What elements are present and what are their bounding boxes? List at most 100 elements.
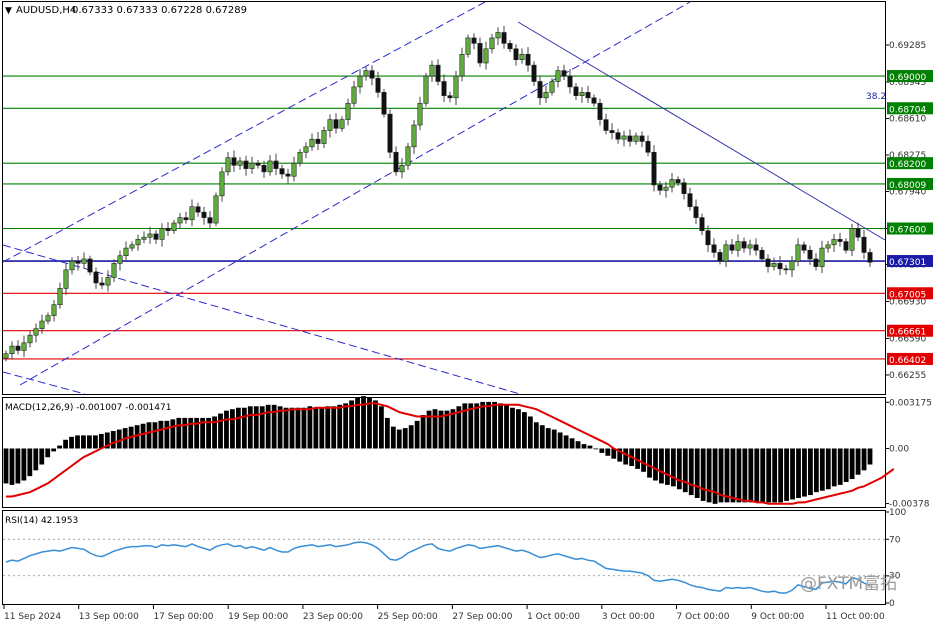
- candle-bull: [57, 288, 63, 306]
- macd-bar: [665, 448, 670, 485]
- candle-bear: [867, 252, 873, 263]
- candle-bull: [3, 353, 9, 359]
- macd-bar: [516, 409, 521, 449]
- macd-bar: [51, 448, 57, 452]
- candle-bear: [75, 260, 81, 264]
- macd-bar: [575, 441, 581, 449]
- candle-bull: [321, 130, 327, 144]
- candle-bear: [531, 64, 537, 82]
- level-price-tags: 0.69000 0.68704 0.68200 0.68009 0.67600 0.673…: [887, 70, 933, 366]
- macd-bar: [688, 448, 694, 496]
- macd-bar: [247, 406, 253, 449]
- macd-bar: [545, 428, 551, 449]
- candle-bear: [741, 241, 747, 249]
- candle-bear: [165, 228, 171, 231]
- macd-bar: [843, 448, 849, 482]
- time-tick-label-10: 9 Oct 00:00: [751, 612, 804, 622]
- rsi-panel[interactable]: [2, 510, 886, 605]
- macd-bar: [331, 406, 337, 449]
- macd-bar: [599, 448, 605, 453]
- time-tick-label-0: 11 Sep 2024: [4, 612, 61, 622]
- rsi-series: [3, 538, 885, 594]
- candle-bear: [699, 217, 705, 231]
- rsi-tick-label-1: 70: [889, 535, 901, 545]
- macd-bar: [557, 432, 563, 449]
- candle-bear: [603, 119, 609, 131]
- candle-bear: [231, 157, 237, 166]
- macd-axis: 0.0031750.00-0.00378: [885, 398, 932, 510]
- candle-bull: [111, 263, 117, 278]
- macd-bar: [396, 429, 402, 449]
- macd-bar: [706, 448, 712, 503]
- macd-bar: [736, 448, 742, 503]
- macd-bar: [81, 435, 86, 449]
- candle-bull: [309, 138, 315, 148]
- macd-bar: [670, 448, 676, 487]
- price-tick-label-9: 0.66255: [889, 371, 926, 381]
- macd-bar: [170, 419, 176, 449]
- candle-bull: [297, 151, 303, 164]
- candle-bull: [117, 255, 123, 264]
- candle-bull: [291, 162, 297, 177]
- candle-bull: [45, 315, 51, 322]
- candle-bear: [243, 160, 249, 169]
- macd-bar: [813, 448, 819, 493]
- candle-bull: [303, 146, 309, 153]
- macd-indicator-label: MACD(12,26,9) -0.001007 -0.001471: [5, 403, 171, 413]
- main-price-panel[interactable]: [2, 1, 886, 395]
- chart-header-arrow: ▼: [5, 6, 12, 16]
- candle-bull: [345, 102, 351, 120]
- candle-bull: [771, 263, 777, 267]
- macd-bar: [647, 448, 652, 478]
- candle-bear: [639, 135, 645, 142]
- macd-bar: [337, 404, 343, 449]
- candle-bear: [861, 236, 867, 253]
- macd-bar: [218, 413, 223, 449]
- candle-bull: [213, 195, 219, 224]
- macd-bar: [730, 448, 736, 503]
- time-tick-label-3: 19 Sep 00:00: [228, 612, 288, 622]
- time-tick-label-7: 1 Oct 00:00: [527, 612, 580, 622]
- level-tag-label-1: 0.68704: [889, 105, 926, 115]
- time-tick-label-8: 3 Oct 00:00: [602, 612, 655, 622]
- candle-bull: [555, 70, 561, 82]
- macd-bar: [563, 435, 569, 449]
- macd-bar: [63, 439, 68, 449]
- candle-bull: [249, 162, 255, 169]
- chart-canvas[interactable]: 0.692850.689450.686100.682750.679400.676…: [0, 0, 936, 624]
- macd-bar: [39, 448, 45, 465]
- chart-window[interactable]: 0.692850.689450.686100.682750.679400.676…: [0, 0, 936, 624]
- time-tick-label-2: 17 Sep 00:00: [153, 612, 213, 622]
- candle-bear: [501, 32, 507, 44]
- macd-bar: [480, 401, 486, 449]
- macd-bar: [539, 425, 545, 449]
- candle-bear: [561, 70, 567, 77]
- level-tag-label-7: 0.66661: [889, 328, 926, 338]
- candle-bear: [93, 271, 99, 284]
- candle-bear: [393, 151, 399, 173]
- macd-bar: [289, 407, 295, 449]
- candle-bear: [609, 130, 615, 133]
- candle-bull: [633, 135, 639, 142]
- macd-bar: [819, 448, 825, 491]
- candle-bear: [525, 53, 531, 66]
- macd-bar: [378, 406, 384, 449]
- candle-bear: [687, 193, 693, 208]
- candle-bull: [747, 244, 753, 249]
- candle-bull: [339, 119, 345, 129]
- candle-bear: [255, 162, 261, 166]
- macd-bar: [486, 401, 492, 449]
- macd-bar: [319, 407, 325, 449]
- rsi-tick-label-0: 100: [889, 508, 906, 518]
- level-tag-label-3: 0.68009: [889, 181, 926, 191]
- candle-bear: [717, 252, 723, 262]
- macd-bar: [623, 448, 629, 465]
- candle-bear: [837, 239, 843, 242]
- macd-bar: [182, 417, 188, 449]
- candle-bull: [453, 75, 459, 99]
- candle-bear: [201, 211, 207, 218]
- candle-bull: [177, 217, 183, 224]
- macd-bar: [837, 448, 843, 485]
- macd-bar: [253, 406, 259, 449]
- candle-bull: [147, 233, 153, 238]
